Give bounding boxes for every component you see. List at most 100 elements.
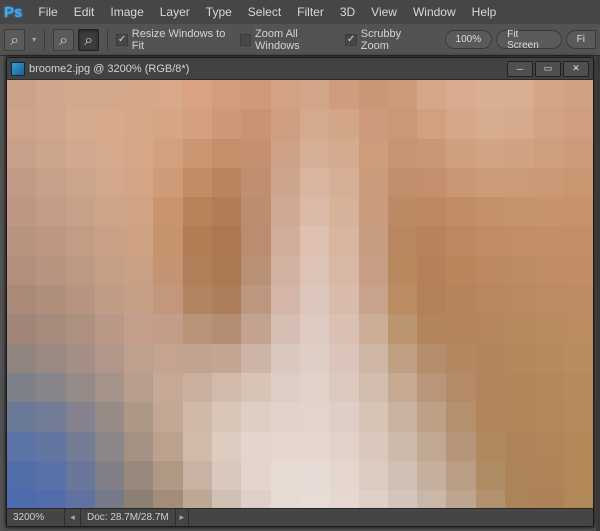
canvas-pixel xyxy=(359,402,388,431)
canvas-pixel xyxy=(241,285,270,314)
scrubby-zoom-checkbox[interactable]: ✓ Scrubby Zoom xyxy=(345,28,429,52)
canvas-pixel xyxy=(534,402,563,431)
menu-edit[interactable]: Edit xyxy=(66,5,103,19)
canvas-pixel xyxy=(66,402,95,431)
canvas-pixel xyxy=(476,373,505,402)
canvas-pixel xyxy=(36,197,65,226)
canvas-pixel xyxy=(534,197,563,226)
canvas-pixel xyxy=(505,226,534,255)
canvas-pixel xyxy=(36,373,65,402)
status-arrow-left-icon[interactable]: ◂ xyxy=(65,509,81,526)
canvas-pixel xyxy=(183,256,212,285)
maximize-button[interactable]: ▭ xyxy=(535,61,561,77)
canvas-pixel xyxy=(36,80,65,109)
canvas-pixel xyxy=(329,344,358,373)
canvas-pixel xyxy=(7,285,36,314)
canvas-pixel xyxy=(66,490,95,508)
canvas-pixel xyxy=(183,168,212,197)
canvas-pixel xyxy=(505,314,534,343)
close-button[interactable]: ✕ xyxy=(563,61,589,77)
canvas-pixel xyxy=(7,256,36,285)
app-logo: Ps xyxy=(4,4,22,21)
canvas-pixel xyxy=(534,168,563,197)
canvas-pixel xyxy=(212,402,241,431)
minimize-icon: ─ xyxy=(517,64,523,74)
zoom-in-button[interactable] xyxy=(53,29,74,51)
canvas-pixel xyxy=(300,109,329,138)
canvas-pixel xyxy=(300,461,329,490)
canvas-pixel xyxy=(534,344,563,373)
document-title: broome2.jpg @ 3200% (RGB/8*) xyxy=(29,63,189,75)
menu-3d[interactable]: 3D xyxy=(332,5,363,19)
canvas-pixel xyxy=(476,314,505,343)
canvas-pixel xyxy=(241,139,270,168)
canvas-pixel xyxy=(359,344,388,373)
canvas-pixel xyxy=(183,314,212,343)
canvas-pixel xyxy=(564,402,593,431)
document-info[interactable]: Doc: 28.7M/28.7M xyxy=(81,509,176,526)
canvas-pixel xyxy=(388,197,417,226)
canvas-pixel xyxy=(183,461,212,490)
status-arrow-right-icon[interactable]: ▸ xyxy=(176,509,189,526)
canvas-pixel xyxy=(241,80,270,109)
menu-layer[interactable]: Layer xyxy=(152,5,198,19)
menu-view[interactable]: View xyxy=(363,5,405,19)
minimize-button[interactable]: ─ xyxy=(507,61,533,77)
canvas-pixel xyxy=(7,461,36,490)
zoom-all-windows-checkbox[interactable]: Zoom All Windows xyxy=(240,28,342,52)
canvas-pixel xyxy=(7,139,36,168)
canvas-pixel xyxy=(36,256,65,285)
canvas-pixel xyxy=(124,109,153,138)
canvas-pixel xyxy=(476,197,505,226)
canvas-pixel xyxy=(212,314,241,343)
zoom-out-button[interactable] xyxy=(78,29,99,51)
canvas-pixel xyxy=(446,168,475,197)
canvas-pixel xyxy=(212,80,241,109)
fit-screen-button[interactable]: Fit Screen xyxy=(496,30,562,49)
tool-preset-arrow-icon[interactable]: ▾ xyxy=(32,35,36,44)
canvas-pixel xyxy=(36,314,65,343)
canvas-pixel xyxy=(153,314,182,343)
canvas-pixel xyxy=(388,109,417,138)
canvas-pixel xyxy=(417,285,446,314)
canvas-pixel xyxy=(446,432,475,461)
canvas-pixel xyxy=(153,109,182,138)
canvas-pixel xyxy=(95,373,124,402)
menu-image[interactable]: Image xyxy=(102,5,151,19)
canvas-pixel xyxy=(505,285,534,314)
canvas-pixel xyxy=(271,373,300,402)
canvas-pixel xyxy=(95,256,124,285)
canvas-pixel xyxy=(183,197,212,226)
canvas-pixel xyxy=(534,432,563,461)
canvas-pixel xyxy=(183,490,212,508)
canvas-pixel xyxy=(95,80,124,109)
zoom-tool-button[interactable] xyxy=(4,29,25,51)
canvas-pixel xyxy=(212,256,241,285)
menu-file[interactable]: File xyxy=(30,5,65,19)
menu-type[interactable]: Type xyxy=(198,5,240,19)
fill-screen-button[interactable]: Fi xyxy=(566,30,596,49)
menu-window[interactable]: Window xyxy=(405,5,464,19)
document-titlebar[interactable]: broome2.jpg @ 3200% (RGB/8*) ─ ▭ ✕ xyxy=(7,58,593,80)
menu-help[interactable]: Help xyxy=(464,5,505,19)
canvas-pixel xyxy=(124,168,153,197)
zoom-100-button[interactable]: 100% xyxy=(445,30,493,49)
canvas-pixel xyxy=(7,490,36,508)
canvas-pixel xyxy=(271,197,300,226)
canvas-pixel xyxy=(153,256,182,285)
canvas-pixel xyxy=(476,432,505,461)
canvas-pixel xyxy=(534,80,563,109)
resize-windows-checkbox[interactable]: ✓ Resize Windows to Fit xyxy=(116,28,235,52)
canvas-pixel xyxy=(66,226,95,255)
canvas-pixel xyxy=(271,285,300,314)
canvas-pixel xyxy=(476,168,505,197)
canvas-pixel xyxy=(417,490,446,508)
canvas-pixel xyxy=(183,109,212,138)
canvas-pixel xyxy=(300,168,329,197)
zoom-level-field[interactable]: 3200% xyxy=(7,509,65,526)
menu-filter[interactable]: Filter xyxy=(289,5,332,19)
document-canvas[interactable] xyxy=(7,80,593,508)
canvas-pixel xyxy=(417,461,446,490)
menu-select[interactable]: Select xyxy=(240,5,289,19)
canvas-pixel xyxy=(359,285,388,314)
